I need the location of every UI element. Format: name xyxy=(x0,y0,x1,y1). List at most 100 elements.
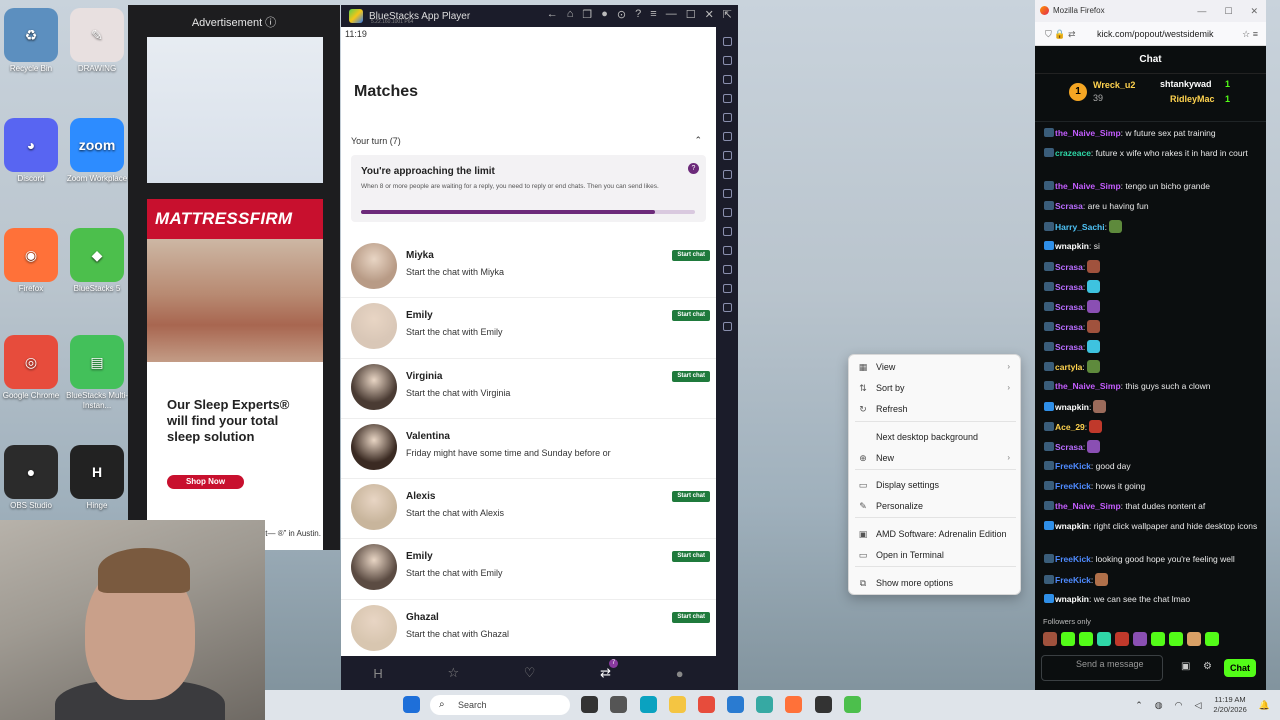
fullscreen-icon[interactable] xyxy=(722,37,732,46)
chat-username[interactable]: Harry_Sachi xyxy=(1055,222,1105,232)
close-icon[interactable]: ✕ xyxy=(1250,0,1258,22)
macro-icon[interactable] xyxy=(722,227,732,236)
chevron-up-icon[interactable]: ⌃ xyxy=(694,135,702,146)
desktop-icon[interactable]: ♻ Recycle Bin xyxy=(0,8,62,74)
emote-icon[interactable] xyxy=(1205,632,1219,646)
maximize-icon[interactable]: ☐ xyxy=(1224,0,1232,22)
your-turn-header[interactable]: Your turn (7) xyxy=(351,136,401,146)
address-bar[interactable]: ⛉ 🔒 ⇄ kick.com/popout/westsidemik ☆ ≡ xyxy=(1035,22,1266,46)
emote-icon[interactable] xyxy=(1061,632,1075,646)
volume-icon[interactable] xyxy=(722,56,732,65)
gift-icon[interactable]: ▣ xyxy=(1181,661,1190,672)
chat-username[interactable]: Scrasa xyxy=(1055,322,1083,332)
copilot-icon[interactable] xyxy=(640,696,657,713)
emote-icon[interactable] xyxy=(1097,632,1111,646)
folder-icon[interactable] xyxy=(722,303,732,312)
avatar[interactable] xyxy=(351,243,397,289)
avatar[interactable] xyxy=(351,604,397,651)
wifi-icon[interactable]: ◠ xyxy=(1175,700,1183,711)
location-icon[interactable] xyxy=(722,132,732,141)
avatar[interactable] xyxy=(351,544,397,591)
desktop-icon[interactable]: ▤ BlueStacks Multi-Instan... xyxy=(66,335,128,411)
match-row[interactable]: Virginia Start the chat with Virginia Star… xyxy=(341,359,716,419)
chat-send-button[interactable]: Chat xyxy=(1224,659,1256,677)
chat-username[interactable]: Scrasa xyxy=(1055,282,1083,292)
window-control-icon[interactable]: ● xyxy=(601,8,608,21)
window-control-icon[interactable]: ⌂ xyxy=(567,8,574,21)
desktop-icon[interactable]: ◕ Discord xyxy=(0,118,62,184)
avatar[interactable] xyxy=(351,363,397,410)
help-icon[interactable]: ? xyxy=(688,163,699,174)
context-menu-item[interactable]: ▣ AMD Software: Adrenalin Edition xyxy=(849,524,1020,544)
bookmark-menu-icon[interactable]: ☆ ≡ xyxy=(1242,22,1258,46)
chat-username[interactable]: Ace_29 xyxy=(1055,422,1085,432)
chat-username[interactable]: Scrasa xyxy=(1055,342,1083,352)
context-menu-item[interactable]: ▭ Display settings xyxy=(849,475,1020,495)
chat-username[interactable]: the_Naive_Simp xyxy=(1055,128,1121,138)
avatar[interactable] xyxy=(351,484,397,531)
chat-username[interactable]: wnapkin xyxy=(1055,594,1089,604)
clock[interactable]: 11:19 AM 2/20/2026 xyxy=(1213,695,1246,715)
context-menu-item[interactable]: ⇅ Sort by › xyxy=(849,378,1020,398)
start-chat-button[interactable]: Start chat xyxy=(672,250,710,261)
profile-icon[interactable]: ● xyxy=(676,666,684,681)
window-control-icon[interactable]: ← xyxy=(547,8,558,21)
start-chat-button[interactable]: Start chat xyxy=(672,611,710,623)
window-control-icon[interactable]: ≡ xyxy=(650,8,656,21)
chat-username[interactable]: FreeKick xyxy=(1055,461,1091,471)
emote-icon[interactable] xyxy=(1115,632,1129,646)
desktop-icon[interactable]: ● OBS Studio xyxy=(0,445,62,511)
match-row[interactable]: Emily Start the chat with Emily Start chat xyxy=(341,539,716,600)
media-icon[interactable] xyxy=(722,208,732,217)
match-row[interactable]: Miyka Start the chat with Miyka Start chat xyxy=(341,238,716,299)
window-control-icon[interactable]: ☐ xyxy=(686,8,696,21)
avatar[interactable] xyxy=(351,303,397,350)
mattress-firm-ad[interactable]: MATTRESSFIRM Our Sleep Experts® will fin… xyxy=(147,199,323,550)
window-control-icon[interactable]: ? xyxy=(635,8,641,21)
install-apk-icon[interactable] xyxy=(722,284,732,293)
emote-icon[interactable] xyxy=(1187,632,1201,646)
network-icon[interactable]: ◍ xyxy=(1155,700,1163,711)
context-menu-item[interactable]: ⧉ Show more options xyxy=(849,573,1020,593)
record-icon[interactable] xyxy=(722,189,732,198)
chat-username[interactable]: Scrasa xyxy=(1055,442,1083,452)
desktop-icon[interactable]: H Hinge xyxy=(66,445,128,511)
context-menu-item[interactable]: ▭ Open in Terminal xyxy=(849,545,1020,565)
context-menu-item[interactable]: Next desktop background xyxy=(849,427,1020,447)
chat-username[interactable]: wnapkin xyxy=(1055,402,1089,412)
window-control-icon[interactable]: ⇱ xyxy=(723,8,732,21)
start-chat-button[interactable]: Start chat xyxy=(672,551,710,563)
standouts-icon[interactable]: ☆ xyxy=(447,665,459,681)
file-explorer-icon[interactable] xyxy=(669,696,686,713)
context-menu-item[interactable]: ↻ Refresh xyxy=(849,399,1020,419)
screenshot-icon[interactable] xyxy=(722,170,732,179)
desktop-icon[interactable]: ◎ Google Chrome xyxy=(0,335,62,401)
chat-username[interactable]: the_Naive_Simp xyxy=(1055,381,1121,391)
keyboard-icon[interactable] xyxy=(722,75,732,84)
ad-shop-now-button[interactable]: Shop Now xyxy=(167,475,244,489)
rotate-icon[interactable] xyxy=(722,113,732,122)
store-icon[interactable] xyxy=(727,696,744,713)
ad-placeholder[interactable] xyxy=(147,37,323,183)
chat-username[interactable]: FreeKick xyxy=(1055,554,1091,564)
start-chat-button[interactable]: Start chat xyxy=(672,370,710,382)
desktop-icon[interactable]: ✎ DRAWING xyxy=(66,8,128,74)
desktop-icon[interactable]: ◉ Firefox xyxy=(0,228,62,294)
taskbar-search[interactable]: ⌕ Search xyxy=(430,695,570,715)
matches-icon[interactable]: ⇄ 7 xyxy=(600,659,619,681)
match-row[interactable]: Valentina Friday might have some time and… xyxy=(341,419,716,480)
chat-username[interactable]: Scrasa xyxy=(1055,262,1083,272)
bluestacks-taskbar-icon[interactable] xyxy=(844,696,861,713)
gear-icon[interactable]: ⚙ xyxy=(1203,661,1212,672)
likes-icon[interactable]: ♡ xyxy=(524,665,536,681)
emote-icon[interactable] xyxy=(1043,632,1057,646)
chevron-up-icon[interactable]: ⌃ xyxy=(1135,700,1143,711)
context-menu-item[interactable]: ✎ Personalize xyxy=(849,496,1020,516)
notification-bell-icon[interactable]: 🔔 xyxy=(1259,700,1270,711)
task-view-icon[interactable] xyxy=(581,696,598,713)
sync-icon[interactable] xyxy=(722,246,732,255)
volume-icon[interactable]: ◁ xyxy=(1194,700,1201,711)
shake-icon[interactable] xyxy=(722,151,732,160)
discover-icon[interactable]: H xyxy=(373,666,382,681)
context-menu-item[interactable]: ▦ View › xyxy=(849,357,1020,377)
